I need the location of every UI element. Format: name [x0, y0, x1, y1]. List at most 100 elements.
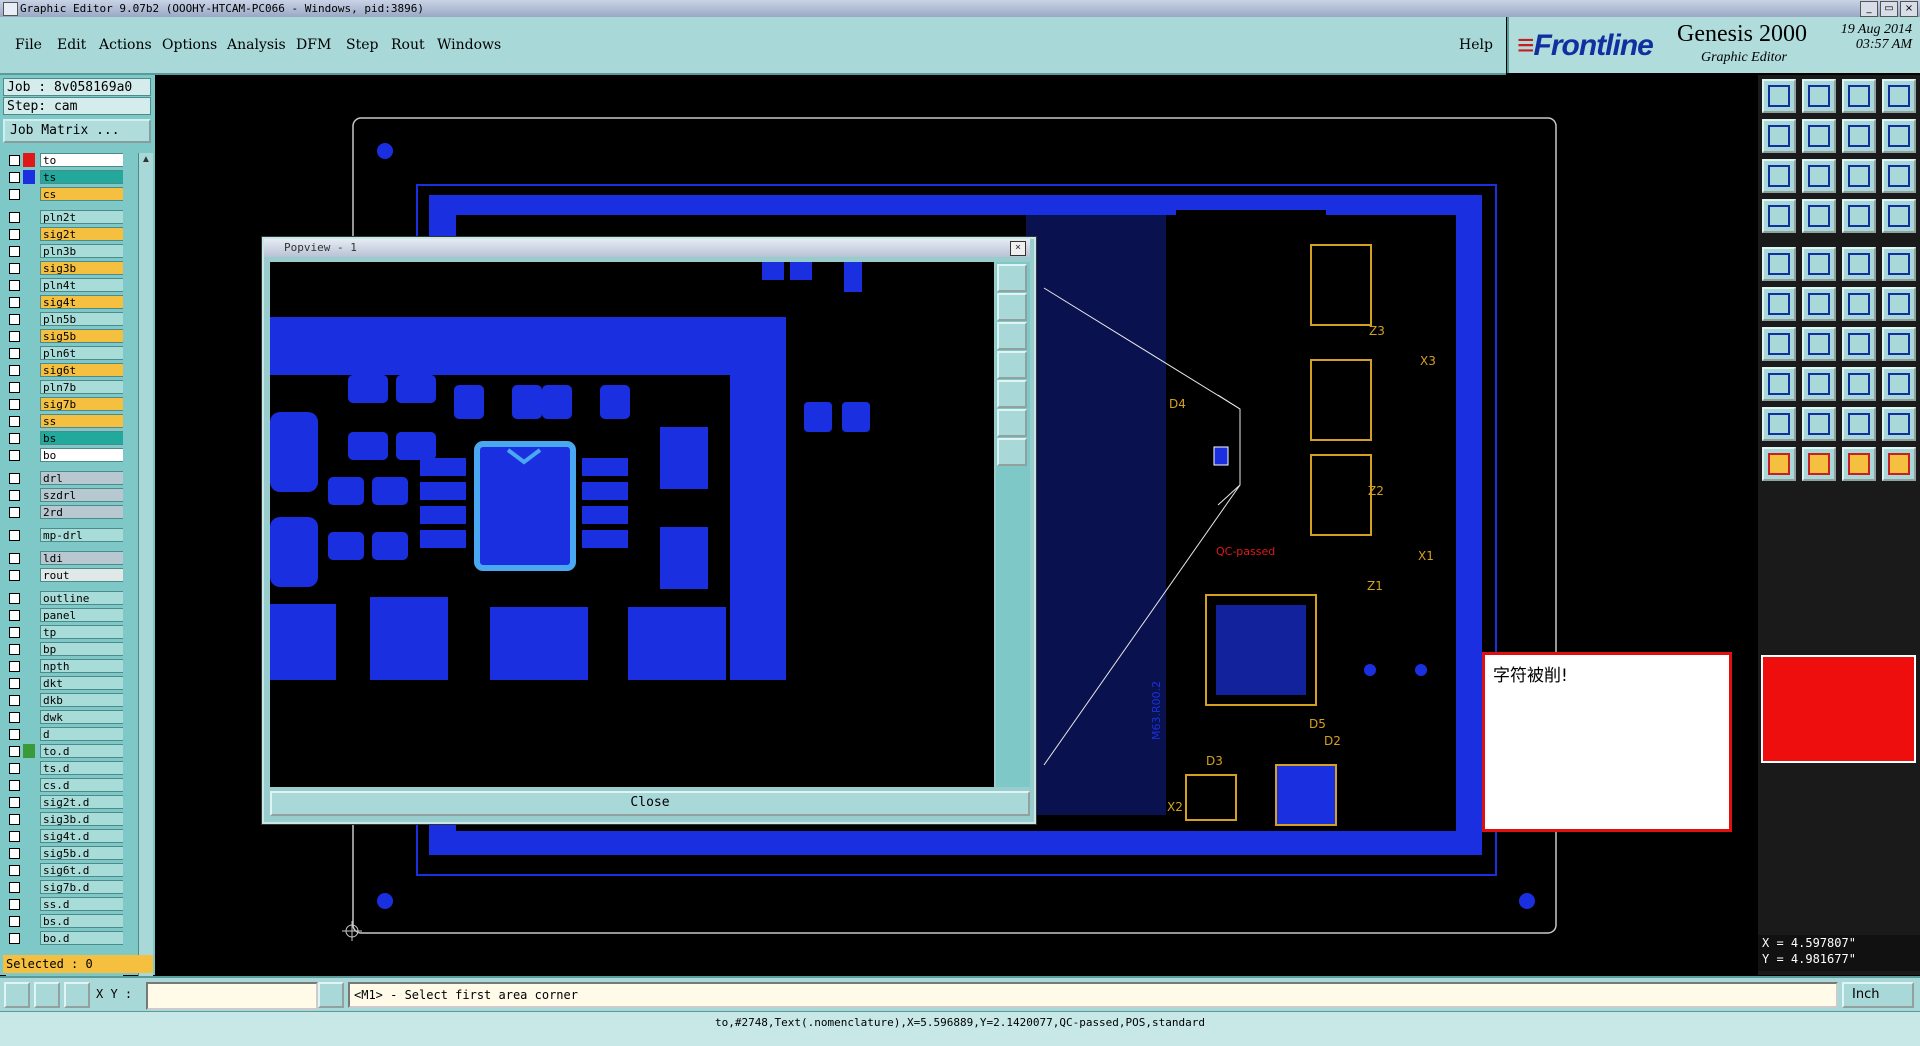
- layer-row[interactable]: to: [6, 153, 123, 168]
- layer-checkbox[interactable]: [9, 763, 20, 774]
- layer-row[interactable]: dkt: [6, 676, 123, 691]
- layer-name[interactable]: dwk: [40, 710, 123, 724]
- zoom-out-button[interactable]: [997, 322, 1027, 350]
- layer-name[interactable]: cs.d: [40, 778, 123, 792]
- layer-name[interactable]: 2rd: [40, 505, 123, 519]
- layer-name[interactable]: sig4t.d: [40, 829, 123, 843]
- layer-name[interactable]: sig2t: [40, 227, 123, 241]
- peak-button[interactable]: [1842, 407, 1876, 441]
- arc-button[interactable]: [1762, 407, 1796, 441]
- close-window-button[interactable]: ×: [1900, 1, 1918, 17]
- layer-name[interactable]: pln5b: [40, 312, 123, 326]
- layer-row[interactable]: sig7b: [6, 397, 123, 412]
- layer-name[interactable]: sig5b.d: [40, 846, 123, 860]
- pad-button[interactable]: [1762, 247, 1796, 281]
- layer-row[interactable]: sig3b: [6, 261, 123, 276]
- home-button[interactable]: [1842, 79, 1876, 113]
- info-button[interactable]: [318, 982, 344, 1008]
- popview-close-icon[interactable]: ×: [1010, 241, 1026, 256]
- layer-name[interactable]: ts: [40, 170, 123, 184]
- layer-row[interactable]: dwk: [6, 710, 123, 725]
- menu-help[interactable]: Help: [1459, 37, 1493, 53]
- maximize-button[interactable]: ▭: [1880, 1, 1898, 17]
- unit-selector[interactable]: Inch: [1842, 982, 1914, 1008]
- layer-name[interactable]: npth: [40, 659, 123, 673]
- line-button[interactable]: [1802, 247, 1836, 281]
- layer-checkbox[interactable]: [9, 189, 20, 200]
- layer-checkbox[interactable]: [9, 712, 20, 723]
- layer-name[interactable]: sig3b: [40, 261, 123, 275]
- copy-button[interactable]: [1842, 287, 1876, 321]
- layer-name[interactable]: dkt: [40, 676, 123, 690]
- layer-checkbox[interactable]: [9, 348, 20, 359]
- layer-row[interactable]: sig5b: [6, 329, 123, 344]
- layer-row[interactable]: pln7b: [6, 380, 123, 395]
- layer-row[interactable]: cs: [6, 187, 123, 202]
- layer-row[interactable]: ts: [6, 170, 123, 185]
- layer-checkbox[interactable]: [9, 916, 20, 927]
- pointer-alt-button[interactable]: [1802, 447, 1836, 481]
- layer-row[interactable]: 2rd: [6, 505, 123, 520]
- layer-checkbox[interactable]: [9, 416, 20, 427]
- layer-checkbox[interactable]: [9, 490, 20, 501]
- layer-row[interactable]: sig6t.d: [6, 863, 123, 878]
- layer-checkbox[interactable]: [9, 644, 20, 655]
- layer-checkbox[interactable]: [9, 865, 20, 876]
- layer-name[interactable]: drl: [40, 471, 123, 485]
- layer-name[interactable]: pln3b: [40, 244, 123, 258]
- zoom-next-button[interactable]: [1802, 119, 1836, 153]
- layer-name[interactable]: sig6t: [40, 363, 123, 377]
- layer-row[interactable]: sig4t.d: [6, 829, 123, 844]
- layer-name[interactable]: pln6t: [40, 346, 123, 360]
- layer-name[interactable]: pln4t: [40, 278, 123, 292]
- layer-name[interactable]: cs: [40, 187, 123, 201]
- measure-button[interactable]: [1842, 199, 1876, 233]
- popview-canvas[interactable]: [270, 262, 994, 787]
- layout-button[interactable]: [1882, 79, 1916, 113]
- layer-row[interactable]: dkb: [6, 693, 123, 708]
- angle-button[interactable]: [1762, 327, 1796, 361]
- layer-row[interactable]: sig2t.d: [6, 795, 123, 810]
- align-button[interactable]: [1882, 327, 1916, 361]
- layer-checkbox[interactable]: [9, 797, 20, 808]
- layer-checkbox[interactable]: [9, 899, 20, 910]
- layer-row[interactable]: pln4t: [6, 278, 123, 293]
- fit-button[interactable]: [997, 409, 1027, 437]
- xy-input[interactable]: [146, 982, 318, 1010]
- layer-checkbox[interactable]: [9, 450, 20, 461]
- layer-checkbox[interactable]: [9, 331, 20, 342]
- layer-name[interactable]: mp-drl: [40, 528, 123, 542]
- rotate-button[interactable]: [1842, 327, 1876, 361]
- layer-row[interactable]: to.d: [6, 744, 123, 759]
- menu-edit[interactable]: Edit: [57, 37, 86, 53]
- job-matrix-button[interactable]: Job Matrix ...: [3, 119, 151, 143]
- layer-checkbox[interactable]: [9, 848, 20, 859]
- grid-toggle-button[interactable]: [1802, 199, 1836, 233]
- slash-button[interactable]: [1802, 327, 1836, 361]
- layer-row[interactable]: cs.d: [6, 778, 123, 793]
- text-button[interactable]: [1842, 247, 1876, 281]
- layer-row[interactable]: bs.d: [6, 914, 123, 929]
- layer-checkbox[interactable]: [9, 814, 20, 825]
- layer-row[interactable]: sig3b.d: [6, 812, 123, 827]
- layer-row[interactable]: pln5b: [6, 312, 123, 327]
- menu-actions[interactable]: Actions: [99, 37, 152, 53]
- layer-name[interactable]: pln2t: [40, 210, 123, 224]
- pointer-select-button[interactable]: [1842, 447, 1876, 481]
- delete-button[interactable]: [1802, 287, 1836, 321]
- layer-checkbox[interactable]: [9, 399, 20, 410]
- layer-name[interactable]: sig6t.d: [40, 863, 123, 877]
- pan-left-button[interactable]: [997, 351, 1027, 379]
- layer-checkbox[interactable]: [9, 695, 20, 706]
- layer-name[interactable]: sig4t: [40, 295, 123, 309]
- layer-checkbox[interactable]: [9, 593, 20, 604]
- menu-rout[interactable]: Rout: [391, 37, 425, 53]
- layer-row[interactable]: ss.d: [6, 897, 123, 912]
- hump-button[interactable]: [1882, 407, 1916, 441]
- layer-checkbox[interactable]: [9, 246, 20, 257]
- layer-row[interactable]: sig4t: [6, 295, 123, 310]
- layer-name[interactable]: ldi: [40, 551, 123, 565]
- graph-button[interactable]: [1882, 199, 1916, 233]
- menu-windows[interactable]: Windows: [437, 37, 501, 53]
- layer-row[interactable]: d: [6, 727, 123, 742]
